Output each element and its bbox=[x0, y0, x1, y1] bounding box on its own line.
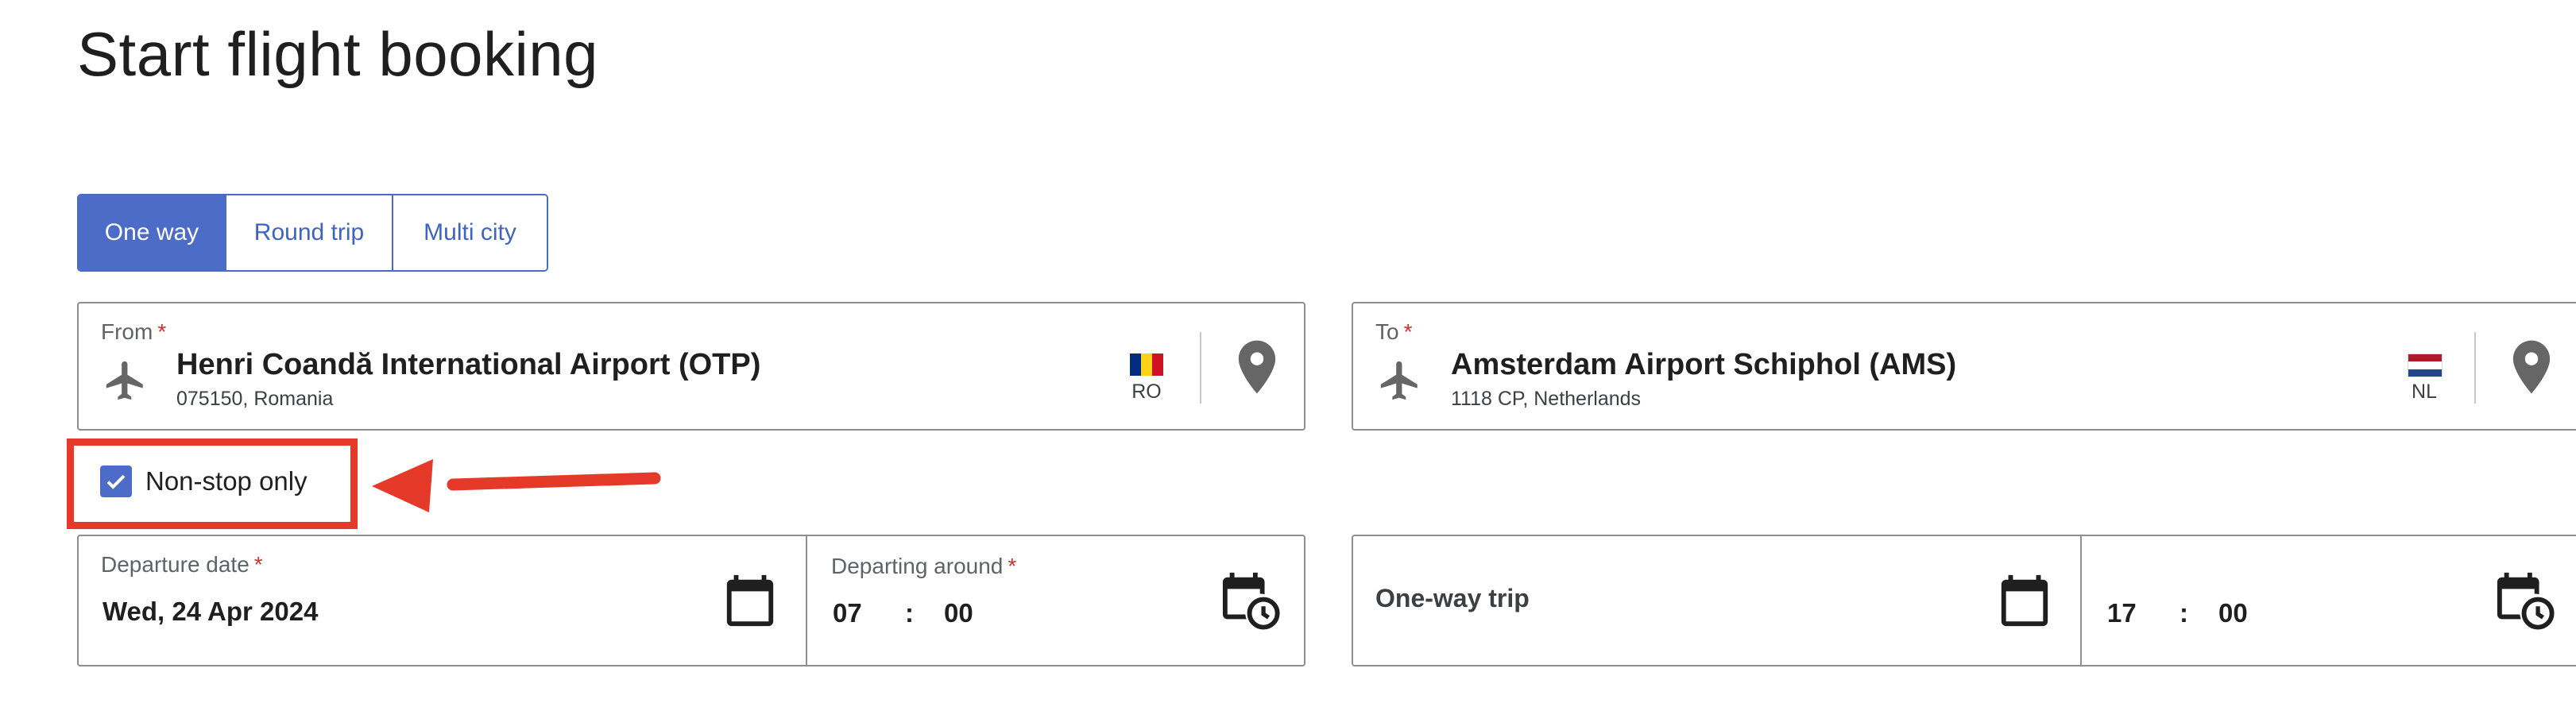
tab-one-way[interactable]: One way bbox=[79, 195, 225, 270]
netherlands-flag-icon bbox=[2408, 354, 2443, 377]
departure-time-label: Departing around * bbox=[831, 554, 1017, 578]
map-pin-icon[interactable] bbox=[1232, 338, 1282, 400]
divider bbox=[2474, 332, 2476, 404]
trip-type-selector: One way Round trip Multi city bbox=[77, 194, 548, 272]
romania-flag-icon bbox=[1130, 354, 1163, 376]
calendar-clock-icon[interactable] bbox=[2495, 570, 2555, 636]
departure-date-input[interactable]: Departure date * Wed, 24 Apr 2024 bbox=[79, 536, 806, 665]
annotation-highlight-box bbox=[67, 438, 358, 529]
departure-time-input[interactable]: Departing around * 07 : 00 bbox=[807, 536, 1304, 665]
return-time-input[interactable]: 17 : 00 bbox=[2082, 536, 2576, 665]
to-field[interactable]: To * Amsterdam Airport Schiphol (AMS) 111… bbox=[1352, 302, 2576, 431]
return-date-placeholder: One-way trip bbox=[1375, 584, 1530, 612]
required-mark: * bbox=[1008, 554, 1017, 578]
required-mark: * bbox=[1403, 319, 1413, 344]
return-field: One-way trip 17 : 00 bbox=[1352, 535, 2576, 666]
to-label: To * bbox=[1375, 319, 1413, 344]
from-country-code: RO bbox=[1131, 381, 1162, 403]
required-mark: * bbox=[157, 319, 167, 344]
annotation-arrow-icon bbox=[372, 459, 661, 512]
from-label: From * bbox=[101, 319, 167, 344]
tab-round-trip[interactable]: Round trip bbox=[225, 195, 392, 270]
divider bbox=[1200, 332, 1201, 404]
return-hour[interactable]: 17 bbox=[2107, 598, 2137, 628]
departure-date-label: Departure date * bbox=[101, 552, 263, 577]
to-airport-address: 1118 CP, Netherlands bbox=[1451, 388, 1642, 410]
departure-minute[interactable]: 00 bbox=[944, 598, 973, 628]
time-separator: : bbox=[905, 598, 914, 628]
airplane-icon bbox=[1377, 357, 1423, 408]
to-country-code: NL bbox=[2412, 381, 2437, 403]
time-separator: : bbox=[2180, 598, 2188, 628]
to-airport-name: Amsterdam Airport Schiphol (AMS) bbox=[1451, 348, 1957, 381]
calendar-icon[interactable] bbox=[1998, 573, 2051, 632]
airplane-icon bbox=[102, 357, 149, 408]
calendar-clock-icon[interactable] bbox=[1220, 570, 1281, 636]
map-pin-icon[interactable] bbox=[2507, 338, 2556, 400]
departure-field: Departure date * Wed, 24 Apr 2024 Departi… bbox=[77, 535, 1305, 666]
required-mark: * bbox=[253, 552, 263, 577]
return-date-input[interactable]: One-way trip bbox=[1353, 536, 2081, 665]
tab-multi-city[interactable]: Multi city bbox=[392, 195, 547, 270]
departure-hour[interactable]: 07 bbox=[833, 598, 862, 628]
from-airport-name: Henri Coandă International Airport (OTP) bbox=[176, 348, 761, 381]
from-airport-address: 075150, Romania bbox=[176, 388, 334, 410]
departure-date-value: Wed, 24 Apr 2024 bbox=[102, 597, 319, 626]
page-title: Start flight booking bbox=[77, 19, 599, 89]
calendar-icon[interactable] bbox=[724, 573, 776, 632]
from-field[interactable]: From * Henri Coandă International Airport… bbox=[77, 302, 1305, 431]
return-minute[interactable]: 00 bbox=[2218, 598, 2248, 628]
